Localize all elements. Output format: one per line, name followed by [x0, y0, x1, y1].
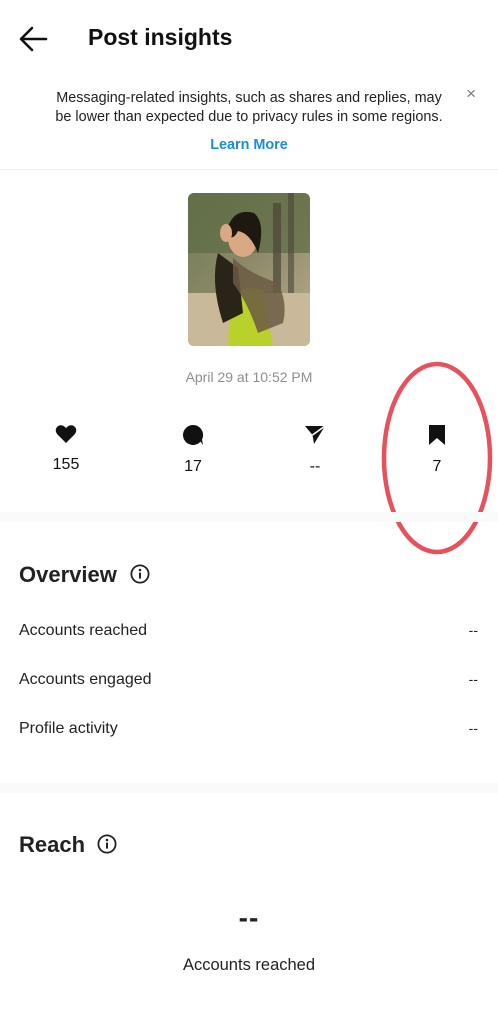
- section-divider: [0, 512, 498, 522]
- row-value: --: [468, 671, 478, 687]
- reach-value: --: [238, 902, 260, 933]
- overview-row-profile-activity[interactable]: Profile activity --: [0, 720, 498, 750]
- info-icon[interactable]: [97, 834, 117, 854]
- shares-stat: --: [275, 424, 355, 476]
- post-date: April 29 at 10:52 PM: [185, 369, 313, 385]
- arrow-left-icon: [19, 26, 48, 52]
- back-button[interactable]: [16, 22, 52, 56]
- overview-row-accounts-engaged[interactable]: Accounts engaged --: [0, 671, 498, 701]
- top-bar: Post insights: [0, 0, 498, 78]
- likes-count: 155: [52, 456, 80, 473]
- saves-stat: 7: [397, 424, 477, 476]
- page-title: Post insights: [88, 24, 233, 50]
- comment-icon: [182, 424, 204, 445]
- post-thumbnail[interactable]: [188, 193, 310, 346]
- reach-title: Reach: [19, 832, 86, 857]
- comments-count: 17: [184, 458, 202, 475]
- notice-text: Messaging-related insights, such as shar…: [55, 90, 443, 125]
- share-icon: [305, 425, 326, 444]
- row-label: Accounts engaged: [19, 671, 152, 688]
- row-label: Profile activity: [19, 720, 118, 737]
- section-divider: [0, 783, 498, 793]
- row-value: --: [468, 622, 478, 638]
- reach-caption: Accounts reached: [182, 956, 316, 974]
- row-label: Accounts reached: [19, 622, 148, 639]
- info-icon[interactable]: [130, 564, 150, 584]
- learn-more-link[interactable]: Learn More: [0, 137, 498, 153]
- saves-count: 7: [432, 458, 442, 475]
- overview-row-accounts-reached[interactable]: Accounts reached --: [0, 622, 498, 652]
- heart-icon: [55, 425, 77, 443]
- comments-stat: 17: [153, 424, 233, 476]
- privacy-notice-banner: Messaging-related insights, such as shar…: [0, 78, 498, 170]
- row-value: --: [468, 720, 478, 736]
- overview-title: Overview: [19, 562, 117, 587]
- close-icon[interactable]: ×: [466, 84, 476, 104]
- shares-count: --: [309, 458, 321, 475]
- bookmark-icon: [429, 425, 445, 445]
- likes-stat: 155: [26, 424, 106, 474]
- post-thumbnail-photo: [188, 193, 310, 346]
